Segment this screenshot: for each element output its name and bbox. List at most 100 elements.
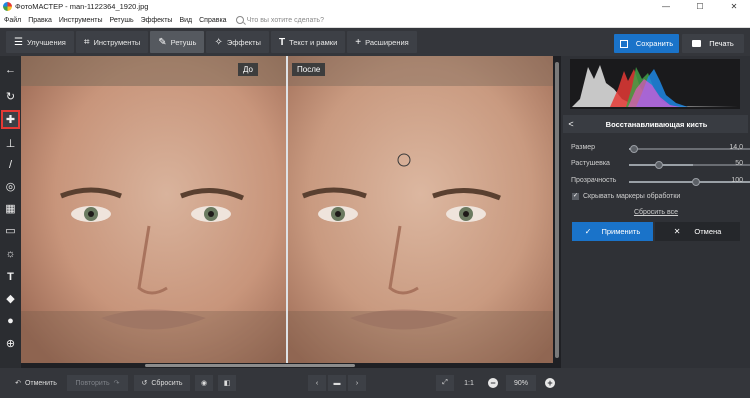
menu-retouch[interactable]: Ретушь bbox=[106, 17, 137, 24]
next-image-icon[interactable]: › bbox=[348, 375, 366, 391]
tab-label: Инструменты bbox=[93, 37, 141, 47]
rotate-icon[interactable]: ↻ bbox=[1, 87, 20, 106]
menu-tools[interactable]: Инструменты bbox=[55, 17, 106, 24]
before-label: До bbox=[238, 63, 258, 76]
reset-all-link[interactable]: Сбросить все bbox=[572, 209, 740, 216]
menu-effects[interactable]: Эффекты bbox=[137, 17, 176, 24]
reset-icon: ↺ bbox=[141, 380, 148, 387]
sliders-icon: ☰ bbox=[14, 36, 23, 48]
bottom-bar: ↶ Отменить Повторить ↷ ↺ Сбросить ◉ ◧ ‹ … bbox=[0, 368, 750, 398]
tab-retouch[interactable]: ✎ Ретушь bbox=[150, 31, 205, 53]
redo-icon: ↷ bbox=[113, 380, 120, 387]
apply-label: Применить bbox=[601, 227, 641, 236]
slider-size[interactable]: Размер 14,0 bbox=[571, 142, 750, 154]
tab-label: Расширения bbox=[365, 37, 409, 47]
reset-button[interactable]: ↺ Сбросить bbox=[134, 375, 190, 391]
hide-markers-checkbox[interactable]: ✓ Скрывать маркеры обработки bbox=[572, 193, 680, 200]
scroll-thumb[interactable] bbox=[555, 62, 559, 358]
photo-after[interactable]: После bbox=[288, 56, 553, 363]
panel-header: < Восстанавливающая кисть bbox=[563, 115, 748, 133]
tab-label: Ретушь bbox=[170, 37, 197, 47]
crop-icon: ⌗ bbox=[83, 36, 90, 48]
back-arrow-icon[interactable]: ← bbox=[1, 60, 20, 79]
close-window-button[interactable]: ✕ bbox=[720, 0, 748, 13]
compare-icon[interactable]: ◧ bbox=[218, 375, 236, 391]
back-chevron-icon[interactable]: < bbox=[563, 119, 579, 129]
save-button[interactable]: Сохранить bbox=[614, 34, 679, 53]
magic-wand-icon: ✧ bbox=[214, 36, 223, 48]
mask-icon[interactable]: ● bbox=[1, 311, 20, 330]
slider-opacity[interactable]: Прозрачность 100 bbox=[571, 175, 750, 187]
close-icon: ✕ bbox=[673, 227, 681, 236]
slider-value: 100 bbox=[731, 177, 743, 184]
cancel-button[interactable]: ✕ Отмена bbox=[655, 222, 740, 241]
tab-text-frames[interactable]: T Текст и рамки bbox=[270, 31, 346, 53]
tab-effects[interactable]: ✧ Эффекты bbox=[206, 31, 269, 53]
vertical-scrollbar[interactable] bbox=[553, 56, 561, 368]
photo-before[interactable]: До bbox=[21, 56, 286, 363]
slider-knob[interactable] bbox=[692, 178, 700, 186]
slider-label: Прозрачность bbox=[571, 177, 617, 184]
tab-label: Улучшения bbox=[26, 37, 66, 47]
menu-edit[interactable]: Правка bbox=[24, 17, 55, 24]
checkbox-label: Скрывать маркеры обработки bbox=[583, 193, 681, 200]
actual-size-button[interactable]: 1:1 bbox=[460, 375, 478, 391]
slider-value: 50 bbox=[735, 160, 743, 167]
panel-title: Восстанавливающая кисть bbox=[605, 119, 708, 129]
menu-view[interactable]: Вид bbox=[175, 17, 195, 24]
checkmark-icon[interactable]: ✓ bbox=[572, 193, 579, 200]
brush-icon: ✎ bbox=[158, 36, 167, 48]
portrait-before-image bbox=[21, 56, 286, 363]
crosshair-icon[interactable]: ⊕ bbox=[1, 334, 20, 353]
title-bar: ФотоМАСТЕР - man-1122364_1920.jpg — ☐ ✕ bbox=[0, 0, 750, 13]
fill-icon[interactable]: ◆ bbox=[1, 289, 20, 308]
light-icon[interactable]: ☼ bbox=[1, 244, 20, 263]
eye-icon[interactable]: ◉ bbox=[195, 375, 213, 391]
zoom-out-icon[interactable]: − bbox=[488, 378, 498, 388]
fit-screen-icon[interactable]: ⤢ bbox=[436, 375, 454, 391]
save-label: Сохранить bbox=[635, 39, 674, 48]
radial-icon[interactable]: ◎ bbox=[1, 177, 20, 196]
after-label: После bbox=[292, 63, 326, 76]
brush-icon[interactable]: / bbox=[1, 155, 20, 174]
cancel-label: Отмена bbox=[694, 227, 722, 236]
vignette-icon[interactable]: ▭ bbox=[1, 221, 20, 240]
text-icon: T bbox=[278, 36, 286, 48]
undo-button[interactable]: ↶ Отменить bbox=[8, 375, 64, 391]
scroll-thumb[interactable] bbox=[145, 364, 355, 367]
print-button[interactable]: Печать bbox=[682, 34, 744, 53]
slider-knob[interactable] bbox=[630, 145, 638, 153]
gradient-icon[interactable]: ▦ bbox=[1, 199, 20, 218]
tab-enhancements[interactable]: ☰ Улучшения bbox=[6, 31, 74, 53]
slider-track[interactable] bbox=[629, 161, 750, 169]
menu-file[interactable]: Файл bbox=[0, 17, 24, 24]
slider-label: Размер bbox=[571, 144, 596, 151]
search-placeholder: Что вы хотите сделать? bbox=[246, 16, 324, 24]
menu-bar: Файл Правка Инструменты Ретушь Эффекты В… bbox=[0, 13, 750, 28]
tab-tools[interactable]: ⌗ Инструменты bbox=[75, 31, 149, 53]
healing-brush-icon[interactable]: ✚ bbox=[1, 110, 20, 129]
zoom-in-icon[interactable]: + bbox=[545, 378, 555, 388]
plus-icon: + bbox=[355, 36, 362, 48]
zoom-value[interactable]: 90% bbox=[506, 375, 536, 391]
menu-help[interactable]: Справка bbox=[195, 17, 229, 24]
tab-extensions[interactable]: + Расширения bbox=[347, 31, 417, 53]
slider-knob[interactable] bbox=[655, 161, 663, 169]
stamp-icon[interactable]: ⊥ bbox=[1, 134, 20, 153]
redo-label: Повторить bbox=[75, 379, 110, 387]
reset-label: Сбросить bbox=[151, 379, 183, 387]
histogram bbox=[570, 59, 740, 109]
slider-feather[interactable]: Растушевка 50 bbox=[571, 158, 750, 170]
apply-button[interactable]: ✓ Применить bbox=[572, 222, 653, 241]
print-label: Печать bbox=[709, 39, 734, 48]
maximize-button[interactable]: ☐ bbox=[686, 0, 714, 13]
minimize-button[interactable]: — bbox=[652, 0, 680, 13]
text-icon[interactable]: T bbox=[1, 267, 20, 286]
folder-icon[interactable]: ▬ bbox=[328, 375, 346, 391]
app-logo-icon bbox=[3, 2, 12, 11]
menu-search[interactable]: Что вы хотите сделать? bbox=[235, 16, 324, 24]
redo-button[interactable]: Повторить ↷ bbox=[67, 375, 128, 391]
tab-label: Текст и рамки bbox=[289, 37, 338, 47]
check-icon: ✓ bbox=[584, 227, 592, 236]
prev-image-icon[interactable]: ‹ bbox=[308, 375, 326, 391]
